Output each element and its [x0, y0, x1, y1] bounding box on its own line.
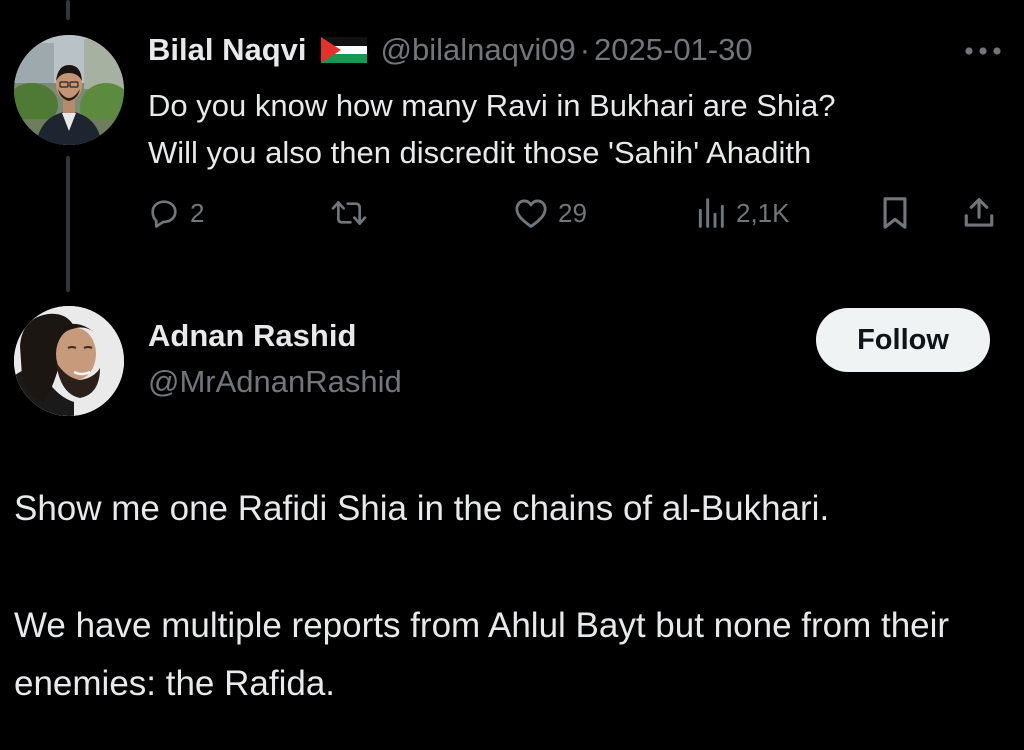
- bookmark-icon: [880, 196, 910, 230]
- main-tweet-paragraph-2: We have multiple reports from Ahlul Bayt…: [14, 606, 950, 703]
- parent-tweet-header: Bilal Naqvi @bilalnaqvi09 · 2025-01-30: [148, 30, 753, 70]
- thread-line: [66, 156, 70, 292]
- bookmark-button[interactable]: [880, 193, 910, 233]
- author-name[interactable]: Bilal Naqvi: [148, 32, 307, 68]
- reply-icon: [148, 197, 180, 229]
- views-icon: [696, 197, 726, 229]
- reply-button[interactable]: 2: [148, 193, 204, 233]
- more-icon[interactable]: [958, 36, 1008, 66]
- follow-button[interactable]: Follow: [816, 308, 990, 372]
- author-handle[interactable]: @bilalnaqvi09: [381, 32, 576, 68]
- avatar-adnan-rashid[interactable]: [14, 306, 124, 416]
- parent-tweet-text: Do you know how many Ravi in Bukhari are…: [148, 88, 836, 170]
- views-button[interactable]: 2,1K: [696, 193, 790, 233]
- avatar-bilal-naqvi[interactable]: [14, 35, 124, 145]
- retweet-button[interactable]: [330, 193, 368, 233]
- palestine-flag-icon: [320, 37, 367, 63]
- reply-count: 2: [190, 197, 205, 228]
- author-handle-2[interactable]: @MrAdnanRashid: [148, 364, 402, 400]
- share-icon: [962, 196, 996, 230]
- tweet-date[interactable]: 2025-01-30: [594, 32, 753, 68]
- retweet-icon: [330, 197, 368, 229]
- share-button[interactable]: [962, 193, 996, 233]
- heart-icon: [514, 197, 548, 229]
- thread-line-top: [66, 0, 70, 20]
- main-tweet-paragraph-1: Show me one Rafidi Shia in the chains of…: [14, 489, 830, 528]
- like-count: 29: [558, 197, 587, 228]
- like-button[interactable]: 29: [514, 193, 587, 233]
- views-count: 2,1K: [736, 197, 790, 228]
- author-name-2[interactable]: Adnan Rashid: [148, 318, 356, 354]
- meta-separator: ·: [579, 32, 591, 67]
